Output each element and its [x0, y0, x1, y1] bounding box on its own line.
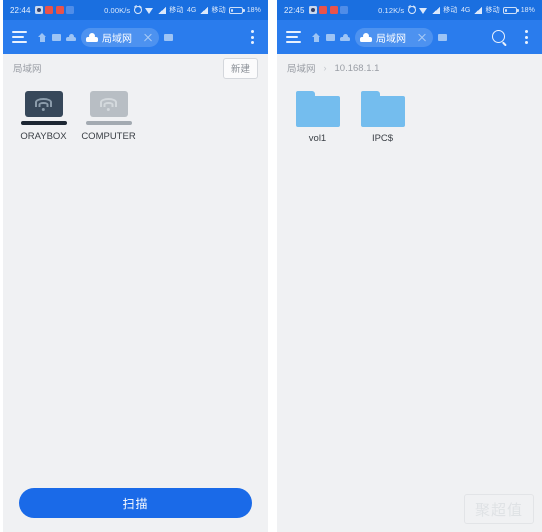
- status-right-group: 0.00K/s 移动 4G 移动 18%: [104, 5, 261, 15]
- list-item-label: vol1: [308, 133, 327, 144]
- cloud-icon[interactable]: [66, 33, 76, 41]
- breadcrumb-current[interactable]: 10.168.1.1: [335, 63, 380, 74]
- active-tab-chip[interactable]: 局域网: [355, 27, 433, 47]
- breadcrumb-root[interactable]: 局域网: [287, 61, 316, 75]
- new-button[interactable]: 新建: [222, 57, 258, 79]
- status-notification-icons: [34, 6, 75, 14]
- network-speed: 0.12K/s: [378, 5, 405, 15]
- network-type-label: 4G: [460, 6, 471, 14]
- tab-label: 局域网: [376, 33, 406, 45]
- carrier-label-1: 移动: [169, 7, 184, 14]
- red-badge-icon: [55, 6, 64, 14]
- network-type-label: 4G: [186, 6, 197, 14]
- network-speed: 0.00K/s: [104, 5, 131, 15]
- watermark: 聚超值: [464, 494, 534, 524]
- home-icon[interactable]: [38, 32, 47, 42]
- left-bottom-bar: 扫描: [3, 479, 268, 532]
- hamburger-icon[interactable]: [286, 31, 301, 43]
- tile-icon[interactable]: [326, 33, 335, 41]
- status-time: 22:44: [10, 5, 31, 15]
- signal-icon: [157, 6, 166, 14]
- left-content-area: ORAYBOX COMPUTER: [3, 82, 268, 479]
- list-item-label: ORAYBOX: [20, 131, 67, 142]
- close-icon[interactable]: [142, 31, 154, 43]
- app-badge-icon: [308, 6, 317, 14]
- carrier-label-2: 移动: [211, 7, 226, 14]
- list-item[interactable]: vol1: [285, 91, 350, 145]
- scan-button[interactable]: 扫描: [19, 488, 252, 518]
- alarm-icon: [407, 6, 416, 14]
- red-badge-icon: [45, 6, 54, 14]
- wifi-icon: [419, 7, 428, 14]
- cloud-icon: [86, 33, 98, 42]
- app-badge-icon: [34, 6, 43, 14]
- right-content-area: vol1 IPC$ 聚超值: [277, 82, 542, 532]
- tile-icon[interactable]: [52, 33, 61, 41]
- device-grid: ORAYBOX COMPUTER: [3, 91, 268, 153]
- cloud-icon: [360, 33, 372, 42]
- tab-label: 局域网: [102, 33, 132, 45]
- breadcrumb-separator: ›: [323, 63, 327, 73]
- list-item[interactable]: ORAYBOX: [11, 91, 76, 143]
- tile-icon[interactable]: [438, 33, 447, 41]
- laptop-wifi-icon: [85, 91, 132, 125]
- kebab-menu-icon[interactable]: [245, 29, 259, 45]
- list-item-label: COMPUTER: [81, 131, 136, 142]
- folder-icon: [295, 91, 340, 127]
- signal-icon: [473, 6, 482, 14]
- home-icon[interactable]: [312, 32, 321, 42]
- kebab-menu-icon[interactable]: [519, 29, 533, 45]
- left-status-bar: 22:44 0.00K/s 移动 4G 移动 18%: [3, 0, 268, 20]
- status-notification-icons: [308, 6, 349, 14]
- list-item[interactable]: COMPUTER: [76, 91, 141, 143]
- carrier-label-2: 移动: [485, 7, 500, 14]
- close-icon[interactable]: [416, 31, 428, 43]
- laptop-wifi-icon: [20, 91, 67, 125]
- blue-badge-icon: [66, 6, 75, 14]
- battery-percent: 18%: [520, 6, 535, 14]
- cloud-icon[interactable]: [340, 33, 350, 41]
- list-item[interactable]: IPC$: [350, 91, 415, 145]
- right-breadcrumb-bar: 局域网 › 10.168.1.1: [277, 54, 542, 82]
- signal-icon: [199, 6, 208, 14]
- red-badge-icon: [319, 6, 328, 14]
- battery-percent: 18%: [246, 6, 261, 14]
- battery-icon: [503, 6, 519, 14]
- search-icon[interactable]: [492, 29, 507, 45]
- battery-icon: [229, 6, 245, 14]
- red-badge-icon: [329, 6, 338, 14]
- list-item-label: IPC$: [371, 133, 394, 144]
- left-phone-screen: 22:44 0.00K/s 移动 4G 移动 18% 局域网 局域网 新建 OR…: [3, 0, 268, 532]
- left-app-bar: 局域网: [3, 20, 268, 54]
- right-status-bar: 22:45 0.12K/s 移动 4G 移动 18%: [277, 0, 542, 20]
- status-time: 22:45: [284, 5, 305, 15]
- wifi-icon: [145, 7, 154, 14]
- blue-badge-icon: [340, 6, 349, 14]
- share-grid: vol1 IPC$: [277, 91, 542, 155]
- appbar-path-icons: [312, 32, 350, 42]
- right-app-bar: 局域网: [277, 20, 542, 54]
- breadcrumb-root[interactable]: 局域网: [13, 61, 42, 75]
- folder-icon: [360, 91, 405, 127]
- alarm-icon: [133, 6, 142, 14]
- tile-icon[interactable]: [164, 33, 173, 41]
- dual-screenshot-container: 22:44 0.00K/s 移动 4G 移动 18% 局域网 局域网 新建 OR…: [0, 0, 542, 532]
- active-tab-chip[interactable]: 局域网: [81, 27, 159, 47]
- signal-icon: [431, 6, 440, 14]
- left-breadcrumb-bar: 局域网 新建: [3, 54, 268, 82]
- status-right-group: 0.12K/s 移动 4G 移动 18%: [378, 5, 535, 15]
- right-phone-screen: 22:45 0.12K/s 移动 4G 移动 18% 局域网 局域网 › 10.…: [277, 0, 542, 532]
- hamburger-icon[interactable]: [12, 31, 27, 43]
- appbar-path-icons: [38, 32, 76, 42]
- carrier-label-1: 移动: [443, 7, 458, 14]
